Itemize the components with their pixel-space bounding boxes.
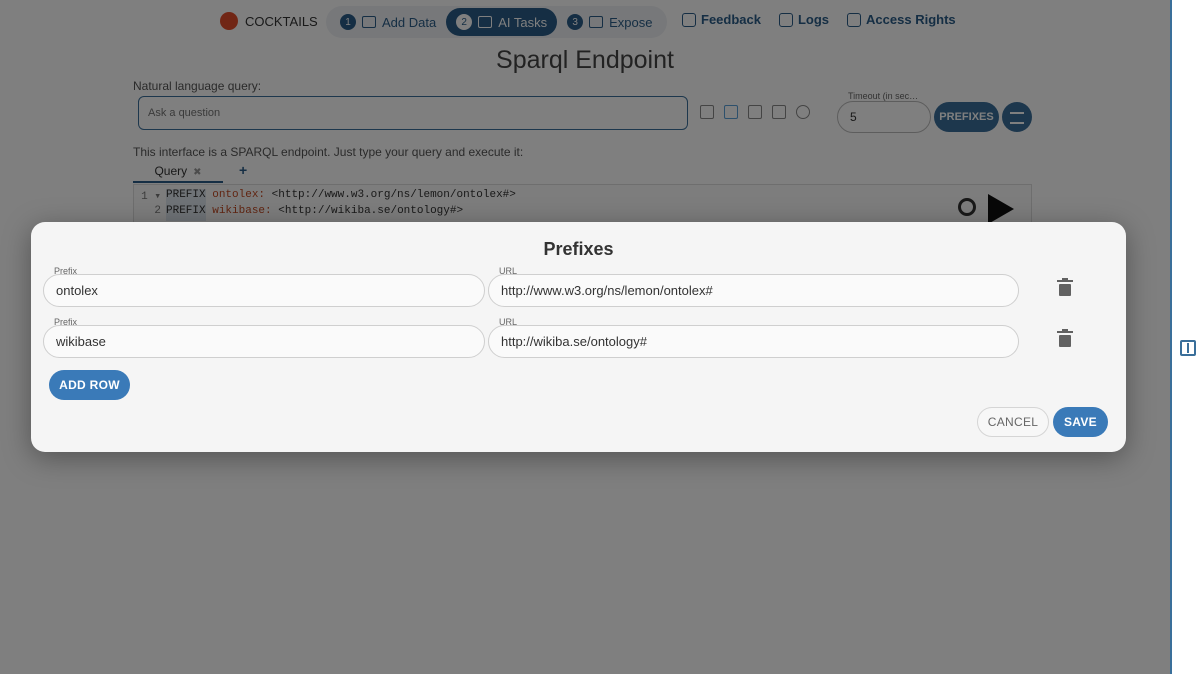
- url-input-ontolex[interactable]: [488, 274, 1019, 307]
- panel-toggle-icon[interactable]: [1180, 340, 1196, 356]
- dialog-title: Prefixes: [543, 239, 614, 259]
- url-input-wikibase[interactable]: [488, 325, 1019, 358]
- cancel-button[interactable]: CANCEL: [977, 407, 1049, 437]
- add-row-button[interactable]: ADD ROW: [49, 370, 130, 400]
- prefixes-dialog: Prefixes Prefix URL Prefix URL ADD ROW C…: [31, 222, 1126, 452]
- delete-row-icon[interactable]: [1057, 278, 1073, 296]
- save-button[interactable]: SAVE: [1053, 407, 1108, 437]
- prefix-input-ontolex[interactable]: [43, 274, 485, 307]
- delete-row-icon[interactable]: [1057, 329, 1073, 347]
- right-side-panel: [1170, 0, 1200, 674]
- prefix-input-wikibase[interactable]: [43, 325, 485, 358]
